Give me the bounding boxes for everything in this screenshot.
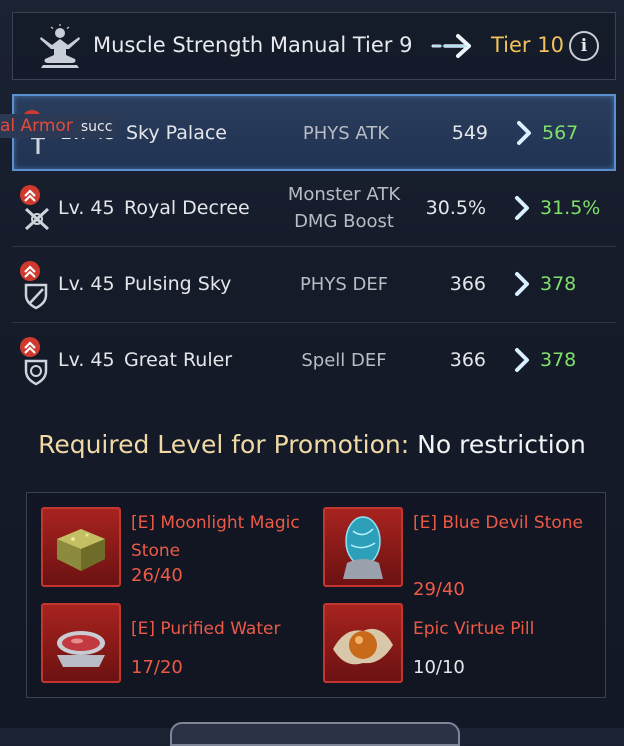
stat-level: Lv. 45: [58, 197, 115, 219]
material-item[interactable]: [E] Moonlight Magic Stone 26/40: [41, 507, 321, 589]
purified-water-icon: [41, 603, 121, 683]
material-count: 29/40: [413, 579, 465, 600]
material-name: [E] Moonlight Magic Stone: [131, 513, 300, 561]
chevron-right-icon: [515, 348, 529, 372]
stat-current-value: 30.5%: [425, 197, 486, 219]
stat-current-value: 366: [449, 349, 486, 371]
stat-name: Pulsing Sky: [124, 273, 232, 295]
info-button[interactable]: i: [569, 31, 599, 61]
stat-current-value: 549: [451, 122, 488, 144]
stat-type-line: Spell DEF: [301, 350, 387, 371]
material-count: 17/20: [131, 657, 183, 678]
promotion-label: Required Level for Promotion:: [38, 430, 410, 459]
stat-name: Royal Decree: [124, 197, 250, 219]
material-count: 26/40: [131, 565, 183, 586]
manual-title: Muscle Strength Manual Tier 9: [93, 33, 413, 57]
material-name: [E] Purified Water: [131, 619, 281, 639]
next-tier-label: Tier 10: [491, 33, 564, 57]
stat-type: PHYS ATK: [276, 120, 416, 147]
material-count: 10/10: [413, 657, 465, 678]
material-name: [E] Blue Devil Stone: [413, 513, 583, 533]
material-name: Epic Virtue Pill: [413, 619, 535, 639]
blue-devil-stone-icon: [323, 507, 403, 587]
material-item[interactable]: [E] Purified Water 17/20: [41, 603, 321, 685]
chevron-right-icon: [515, 272, 529, 296]
chevron-right-icon: [517, 121, 531, 145]
meditation-icon: [40, 24, 80, 68]
stat-name: Great Ruler: [124, 349, 233, 371]
toast-text: al Armor: [0, 116, 73, 136]
stat-type: Monster ATK DMG Boost: [274, 181, 414, 235]
stat-type-line: Monster ATK: [287, 184, 401, 205]
spell-shield-icon: [20, 337, 48, 386]
materials-panel: [E] Moonlight Magic Stone 26/40 [E] Blue…: [26, 492, 606, 698]
arrow-right-icon: [431, 34, 471, 58]
material-item[interactable]: Epic Virtue Pill 10/10: [323, 603, 603, 685]
stat-next-value: 31.5%: [540, 197, 601, 219]
virtue-pill-icon: [323, 603, 403, 683]
stat-row[interactable]: Lv. 45 Pulsing Sky PHYS DEF 366 378: [12, 247, 616, 323]
promotion-value: No restriction: [417, 430, 586, 459]
stat-type: Spell DEF: [274, 347, 414, 374]
promote-button[interactable]: [170, 722, 460, 746]
floating-toast: al Armor succ: [0, 114, 117, 138]
stat-row[interactable]: Lv. 45 Great Ruler Spell DEF 366 378: [12, 323, 616, 399]
moonlight-stone-icon: [41, 507, 121, 587]
stat-next-value: 378: [540, 349, 577, 371]
stat-type-line: PHYS DEF: [299, 274, 389, 295]
stat-next-value: 378: [540, 273, 577, 295]
toast-suffix: succ: [80, 119, 113, 135]
stat-row[interactable]: Lv. 45 Royal Decree Monster ATK DMG Boos…: [12, 171, 616, 247]
stat-level: Lv. 45: [58, 349, 115, 371]
stat-name: Sky Palace: [126, 122, 227, 144]
promotion-requirement: Required Level for Promotion: No restric…: [0, 430, 624, 459]
stat-type-line: PHYS ATK: [302, 123, 390, 144]
stat-list: Lv. 45 Sky Palace PHYS ATK 549 567 Lv. 4…: [12, 94, 616, 399]
stat-level: Lv. 45: [58, 273, 115, 295]
shield-sword-icon: [20, 261, 48, 310]
stat-next-value: 567: [542, 122, 579, 144]
chevron-right-icon: [515, 196, 529, 220]
stat-current-value: 366: [449, 273, 486, 295]
stat-type: PHYS DEF: [274, 271, 414, 298]
material-item[interactable]: [E] Blue Devil Stone 29/40: [323, 507, 603, 600]
stat-type-line: DMG Boost: [294, 211, 394, 232]
crossed-swords-icon: [20, 185, 50, 231]
manual-header: Muscle Strength Manual Tier 9 Tier 10 i: [12, 12, 616, 80]
